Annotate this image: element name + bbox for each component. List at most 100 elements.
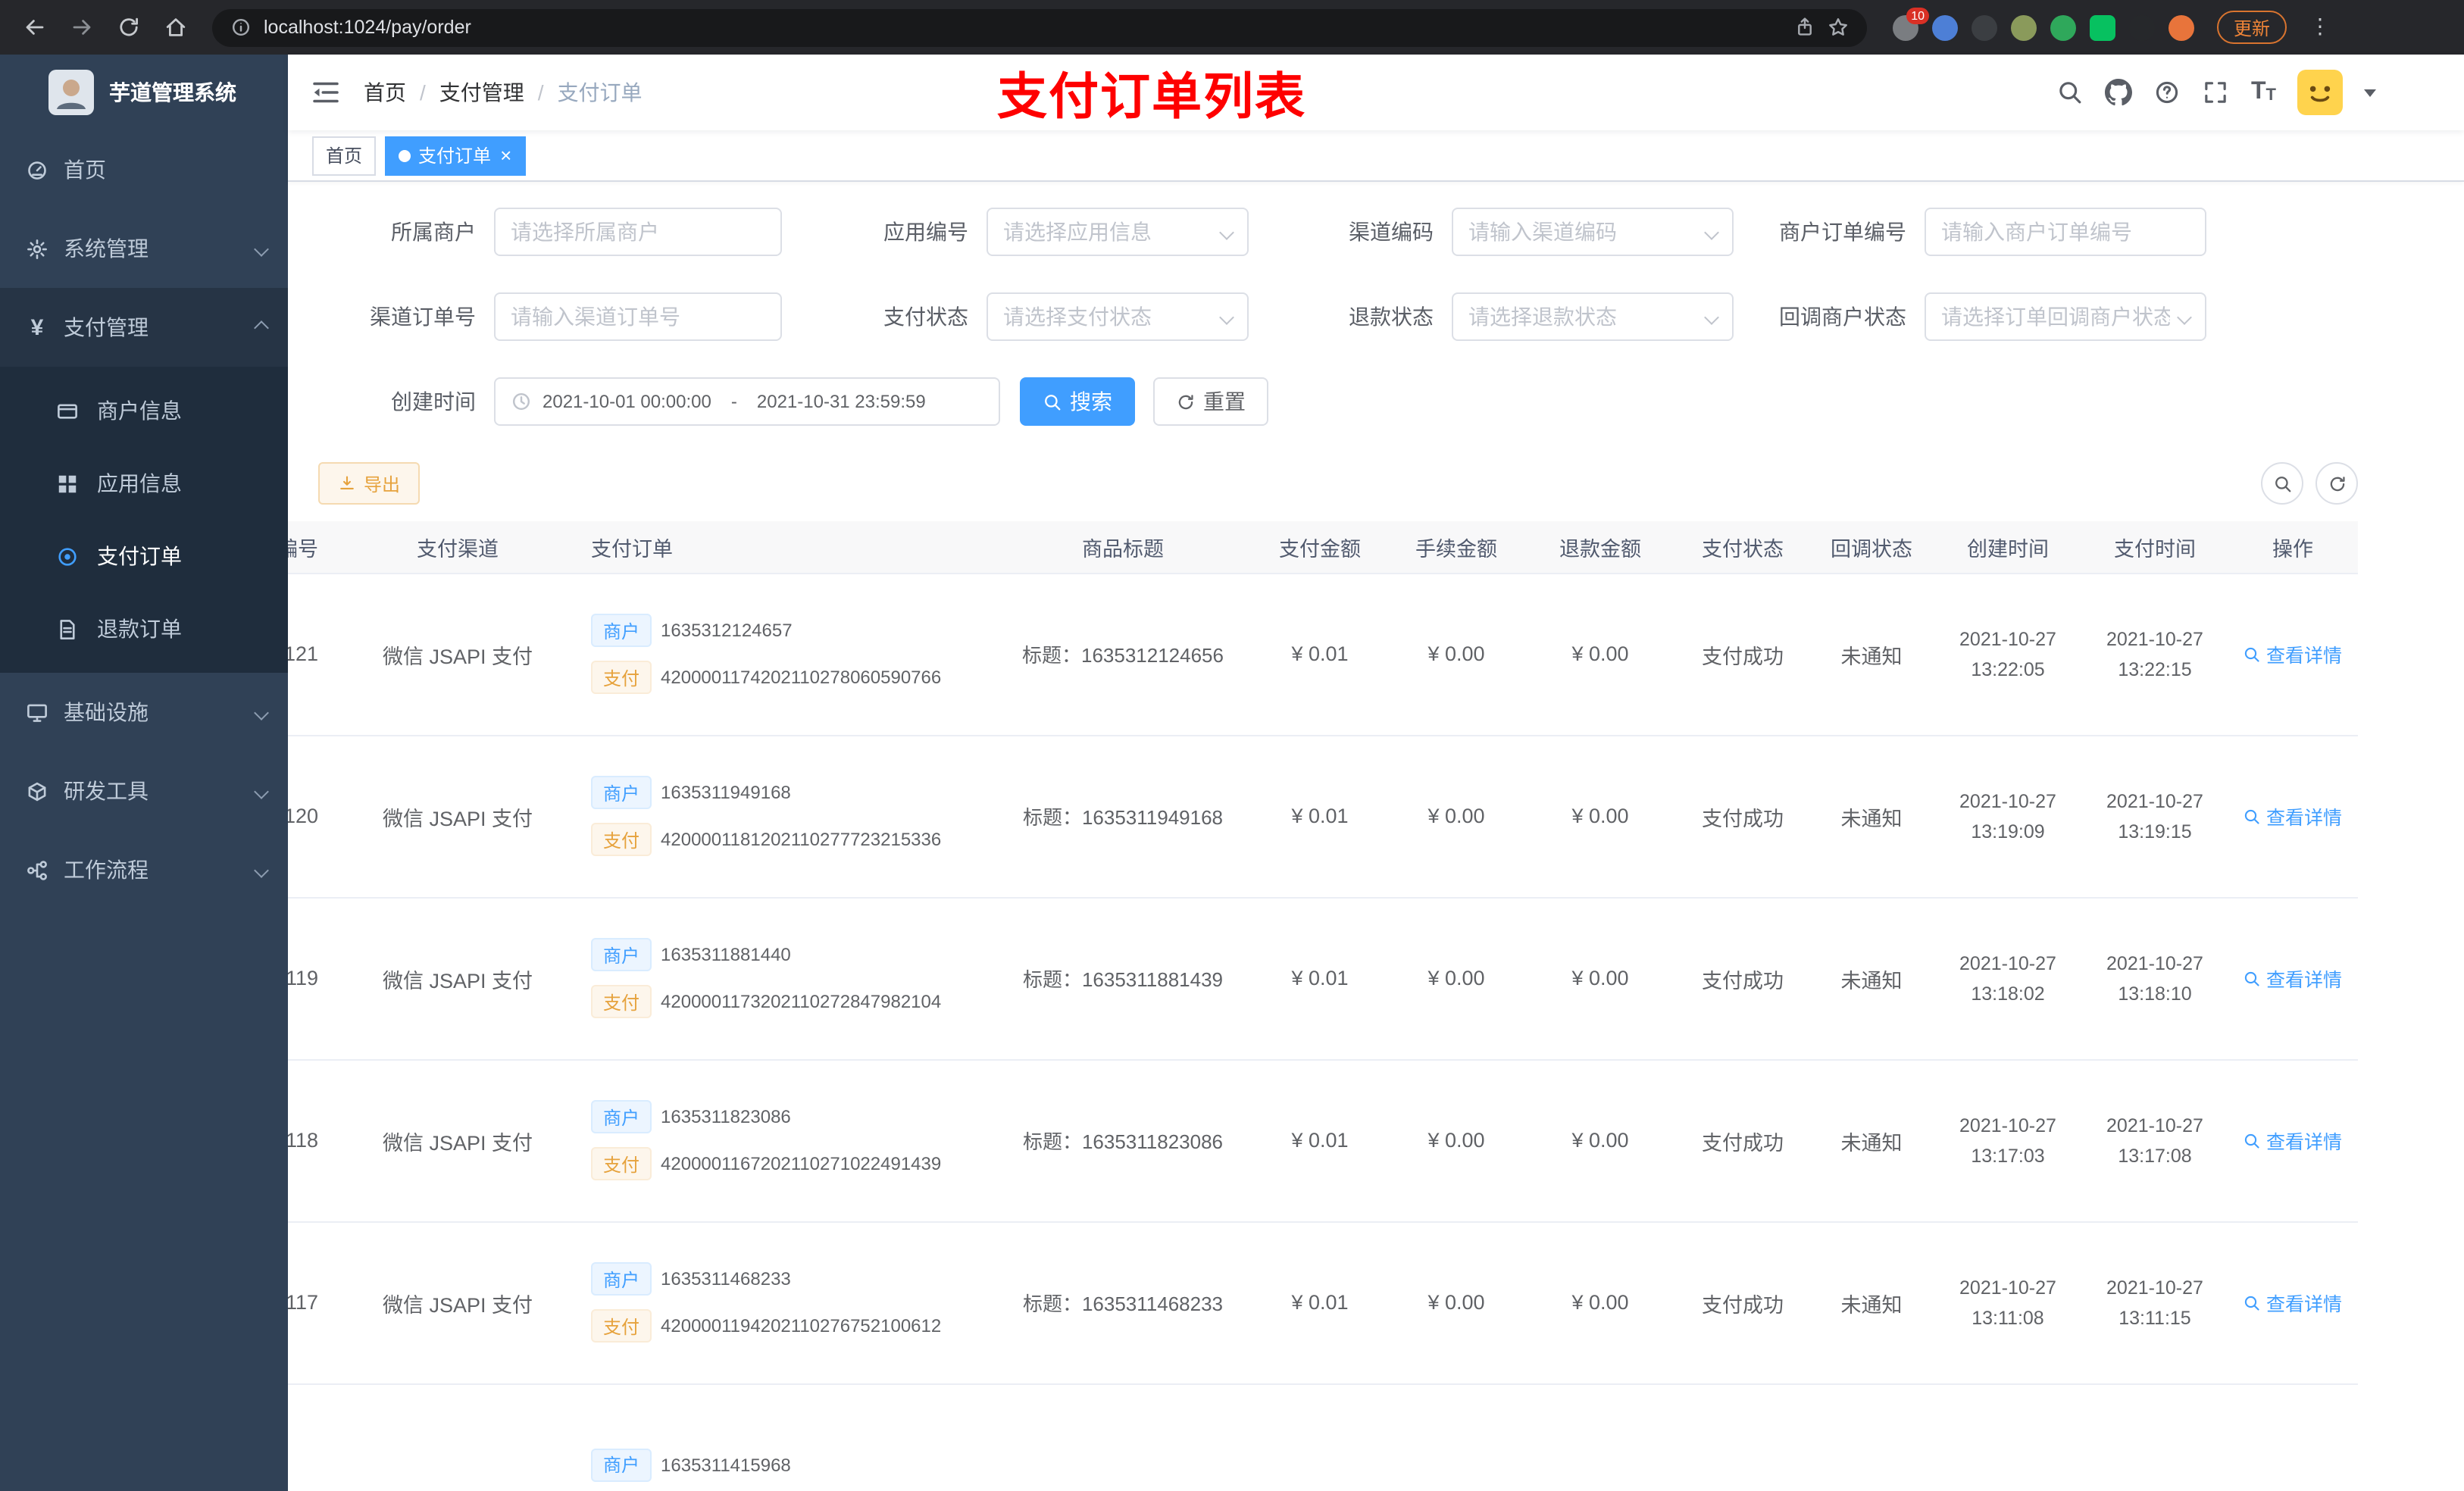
sidebar-item-payment[interactable]: ¥ 支付管理 xyxy=(0,288,288,367)
extension-icon-2[interactable] xyxy=(1932,14,1958,40)
browser-menu-icon[interactable]: ⋮ xyxy=(2300,8,2340,47)
cell-title: 标题：1635312124656 xyxy=(994,573,1252,736)
grid-icon xyxy=(56,472,79,495)
close-tab-icon[interactable]: × xyxy=(500,145,511,165)
cell-order: 商户 1635311468233 支付 42000011942021102767521… xyxy=(585,1221,994,1384)
filter-label: 退款状态 xyxy=(1349,305,1434,329)
text-size-icon[interactable]: TT xyxy=(2251,80,2276,105)
extension-icon-5[interactable] xyxy=(2050,14,2076,40)
gear-icon xyxy=(26,237,48,260)
search-button[interactable]: 搜索 xyxy=(1020,377,1135,426)
breadcrumb-separator: / xyxy=(537,80,544,105)
extension-icon-3[interactable] xyxy=(1972,14,1997,40)
view-detail-link[interactable]: 查看详情 xyxy=(2244,1126,2342,1155)
help-doc-icon[interactable] xyxy=(2154,79,2181,106)
orders-table-wrap: 编号支付渠道支付订单商品标题支付金额手续金额退款金额支付状态回调状态创建时间支付… xyxy=(288,521,2358,1491)
export-button[interactable]: 导出 xyxy=(318,462,421,505)
cell-action: 查看详情 xyxy=(2228,573,2358,736)
extension-icon-7[interactable] xyxy=(2129,14,2155,40)
sidebar-menu: 首页 系统管理 ¥ 支付管理 商户信息 应用信息 支付订单 退款订单基础设施 研发工具 工作流程 xyxy=(0,130,288,909)
share-icon[interactable] xyxy=(1794,17,1815,38)
extension-icon-8[interactable] xyxy=(2169,14,2194,40)
extension-icon-4[interactable] xyxy=(2011,14,2037,40)
cell-id: 117 xyxy=(288,1221,330,1384)
cell-status xyxy=(1676,1383,1809,1491)
pay-status-select[interactable]: 请选择支付状态 xyxy=(987,292,1249,341)
sidebar-toggle-icon[interactable] xyxy=(311,77,341,108)
search-icon xyxy=(2272,474,2292,493)
cell-paid xyxy=(2082,1383,2228,1491)
sidebar-item-infrastructure[interactable]: 基础设施 xyxy=(0,673,288,752)
bookmark-star-icon[interactable] xyxy=(1828,17,1849,38)
extension-icon-6[interactable] xyxy=(2090,14,2115,40)
breadcrumb-item[interactable]: 首页 xyxy=(364,77,406,108)
order-no: 4200001181202110277723215336 xyxy=(661,829,942,850)
channel-code-select[interactable]: 请输入渠道编码 xyxy=(1452,208,1734,256)
filter-label: 所属商户 xyxy=(391,220,476,244)
filter-item-channel-code: 渠道编码 请输入渠道编码 xyxy=(1249,208,1734,256)
toggle-search-button[interactable] xyxy=(2261,462,2303,505)
tab-home[interactable]: 首页 xyxy=(312,136,377,175)
merchant-order-no-input[interactable]: 请输入商户订单编号 xyxy=(1925,208,2206,256)
cell-refund: ¥ 0.00 xyxy=(1524,897,1676,1060)
search-icon xyxy=(2244,807,2262,825)
sidebar-item-home[interactable]: 首页 xyxy=(0,130,288,209)
address-bar[interactable]: localhost:1024/pay/order xyxy=(212,8,1867,46)
update-button[interactable]: 更新 xyxy=(2217,11,2287,44)
sidebar-item-merchant-info[interactable]: 商户信息 xyxy=(0,374,288,447)
view-detail-link[interactable]: 查看详情 xyxy=(2244,802,2342,830)
user-avatar[interactable] xyxy=(2297,70,2343,115)
cell-created: 2021-10-27 13:22:05 xyxy=(1934,573,2082,736)
user-menu-caret-icon[interactable] xyxy=(2364,89,2376,103)
extension-badge: 10 xyxy=(1906,7,1929,23)
sidebar-item-workflow[interactable]: 工作流程 xyxy=(0,830,288,909)
tab-pay-order[interactable]: 支付订单 × xyxy=(385,136,526,175)
search-button-label: 搜索 xyxy=(1070,389,1112,414)
reset-button[interactable]: 重置 xyxy=(1153,377,1268,426)
sidebar-item-app-info[interactable]: 应用信息 xyxy=(0,447,288,520)
order-no: 1635312124657 xyxy=(661,620,793,641)
sidebar-item-pay-order[interactable]: 支付订单 xyxy=(0,520,288,592)
refresh-table-button[interactable] xyxy=(2315,462,2358,505)
cell-fee: ¥ 0.00 xyxy=(1388,735,1524,898)
arrow-right-icon xyxy=(70,15,94,39)
page-content: 所属商户 请选择所属商户 应用编号 请选择应用信息 渠道编码 请输入渠道编码 商户订单编号请… xyxy=(288,182,2464,1491)
breadcrumb-item[interactable]: 支付管理 xyxy=(439,77,524,108)
sidebar-item-system[interactable]: 系统管理 xyxy=(0,209,288,288)
cell-title: 标题：1635311949168 xyxy=(994,735,1252,898)
view-detail-link[interactable]: 查看详情 xyxy=(2244,964,2342,992)
sidebar-item-dev-tools[interactable]: 研发工具 xyxy=(0,752,288,830)
cell-channel xyxy=(330,1383,585,1491)
clock-icon xyxy=(511,391,532,412)
card-icon xyxy=(56,399,79,422)
fullscreen-icon[interactable] xyxy=(2203,79,2230,106)
create-time-range-picker[interactable]: 2021-10-01 00:00:00 - 2021-10-31 23:59:5… xyxy=(494,377,1000,426)
site-info-icon[interactable] xyxy=(230,17,252,38)
filter-item-channel-order-no: 渠道订单号 请输入渠道订单号 xyxy=(318,292,782,341)
extension-icon-1[interactable]: 10 xyxy=(1893,7,1929,40)
github-icon[interactable] xyxy=(2105,79,2133,106)
header-search-icon[interactable] xyxy=(2057,79,2084,106)
forward-button[interactable] xyxy=(62,8,102,47)
cell-order: 商户 1635311415968 xyxy=(585,1383,994,1491)
home-button[interactable] xyxy=(156,8,195,47)
refund-status-select[interactable]: 请选择退款状态 xyxy=(1452,292,1734,341)
placeholder-text: 请选择所属商户 xyxy=(511,220,659,244)
merchant-tag: 商户 xyxy=(591,1448,652,1481)
view-detail-link[interactable]: 查看详情 xyxy=(2244,1288,2342,1317)
merchant-tag: 商户 xyxy=(591,614,652,647)
cell-status: 支付成功 xyxy=(1676,1221,1809,1384)
notify-status-select[interactable]: 请选择订单回调商户状态 xyxy=(1925,292,2206,341)
cell-amount: ¥ 0.01 xyxy=(1252,1059,1388,1222)
sidebar-item-refund-order[interactable]: 退款订单 xyxy=(0,592,288,665)
channel-order-no-input[interactable]: 请输入渠道订单号 xyxy=(494,292,782,341)
merchant-input[interactable]: 请选择所属商户 xyxy=(494,208,782,256)
app-no-select[interactable]: 请选择应用信息 xyxy=(987,208,1249,256)
cell-created xyxy=(1934,1383,2082,1491)
view-detail-link[interactable]: 查看详情 xyxy=(2244,639,2342,668)
cell-channel: 微信 JSAPI 支付 xyxy=(330,573,585,736)
back-button[interactable] xyxy=(15,8,55,47)
chevron-down-icon xyxy=(2177,309,2192,324)
reload-button[interactable] xyxy=(109,8,149,47)
tool-icon xyxy=(26,780,48,802)
